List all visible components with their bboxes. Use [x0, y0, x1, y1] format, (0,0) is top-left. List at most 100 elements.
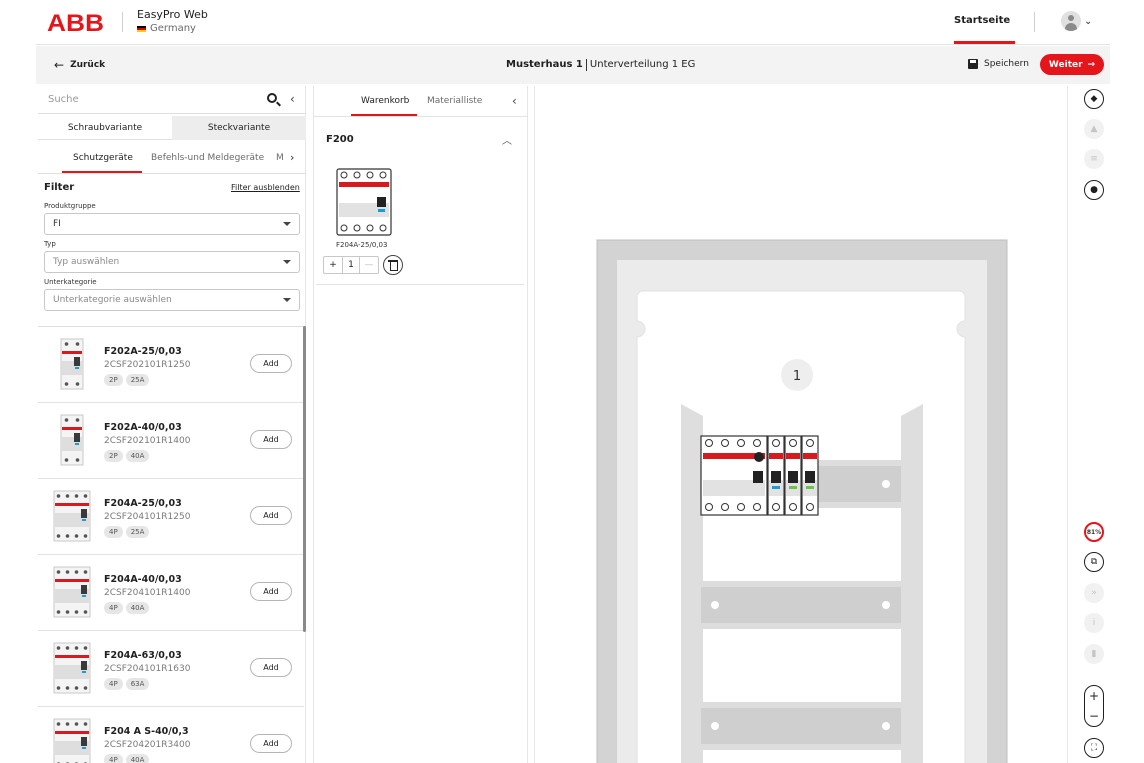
device-toggle: [805, 471, 815, 483]
quantity-value[interactable]: 1: [342, 257, 360, 273]
germany-flag-icon: [137, 25, 146, 32]
cart-item-name: F204A-25/0,03: [336, 241, 388, 249]
thumb-indicator: [82, 595, 86, 597]
quantity-stepper[interactable]: + 1 —: [323, 256, 379, 274]
thumb-terminal: [56, 722, 61, 726]
right-toolbar: ◆ ▲ ≡ ● 81% ⧉ » i ▮ + − ⛶: [1072, 86, 1116, 763]
thumb-terminal: [83, 646, 88, 650]
rail-screw: [711, 722, 719, 730]
add-button[interactable]: Add: [250, 582, 292, 601]
tab-schraubvariante[interactable]: Schraubvariante: [38, 116, 172, 140]
category-tabs: Schutzgeräte Befehls-und Meldegeräte M ›: [38, 144, 306, 174]
tag-poles: 2P: [104, 374, 123, 386]
forward-icon[interactable]: »: [1084, 583, 1104, 603]
tab-schutzgeraete[interactable]: Schutzgeräte: [73, 153, 133, 163]
device-toggle: [771, 471, 781, 483]
zoom-in-button[interactable]: +: [1089, 690, 1099, 702]
decrement-button[interactable]: —: [360, 257, 378, 273]
save-label: Speichern: [984, 59, 1029, 69]
product-card[interactable]: F202A-40/0,03 2CSF202101R1400 2P 40A Add: [38, 403, 304, 479]
search-icon[interactable]: [267, 93, 277, 103]
row-number-text: 1: [793, 369, 801, 384]
product-list[interactable]: F202A-25/0,03 2CSF202101R1250 2P 25A Add…: [38, 326, 306, 763]
fit-to-screen-icon[interactable]: ⛶: [1084, 738, 1104, 758]
typ-select[interactable]: Typ auswählen: [44, 251, 300, 273]
product-list-scrollbar[interactable]: [303, 326, 306, 632]
thumb-red-band: [55, 579, 89, 582]
warning-icon[interactable]: ▲: [1084, 119, 1104, 139]
placed-mcb-3[interactable]: [801, 435, 819, 516]
tag-poles: 4P: [104, 678, 123, 690]
layers-icon[interactable]: ⧉: [1084, 552, 1104, 572]
device-indicator: [378, 209, 385, 212]
tab-befehls-und-meldegeraete[interactable]: Befehls-und Meldegeräte: [151, 153, 264, 163]
tag-icon[interactable]: ◆: [1084, 89, 1104, 109]
product-card[interactable]: F204A-63/0,03 2CSF204101R1630 4P 63A Add: [38, 631, 304, 707]
search-bar[interactable]: Suche ‹: [38, 86, 306, 114]
placed-rccb-4p[interactable]: [700, 435, 768, 516]
component-icon[interactable]: ●: [1084, 180, 1104, 200]
device-indicator: [789, 486, 797, 489]
nav-divider: [1034, 12, 1035, 32]
tag-current: 25A: [125, 526, 150, 538]
add-button[interactable]: Add: [250, 658, 292, 677]
produktgruppe-select[interactable]: FI: [44, 213, 300, 235]
save-icon: [968, 59, 978, 69]
thumb-terminal: [56, 494, 61, 498]
delete-icon[interactable]: [383, 255, 403, 275]
zoom-out-button[interactable]: −: [1089, 710, 1099, 722]
produktgruppe-value: FI: [53, 219, 61, 229]
breadcrumb-project: Musterhaus 1: [506, 59, 583, 70]
caret-down-icon: [283, 222, 291, 226]
thumb-terminal: [65, 610, 70, 614]
filter-label-unterkategorie: Unterkategorie: [44, 278, 97, 286]
info-icon[interactable]: i: [1084, 613, 1104, 633]
enclosure-drawing[interactable]: 1: [535, 86, 1068, 763]
increment-button[interactable]: +: [324, 257, 342, 273]
distribution-canvas[interactable]: 1: [534, 86, 1068, 763]
user-avatar-icon: [1061, 11, 1081, 31]
next-button[interactable]: Weiter →: [1040, 54, 1104, 75]
tab-more[interactable]: M: [276, 153, 284, 163]
search-input[interactable]: Suche: [48, 94, 79, 105]
tab-materialliste[interactable]: Materialliste: [427, 96, 482, 106]
product-tags: 4P 40A: [104, 754, 150, 763]
product-card[interactable]: F204A-25/0,03 2CSF204101R1250 4P 25A Add: [38, 479, 304, 555]
tag-poles: 4P: [104, 754, 123, 763]
trash-icon[interactable]: ▮: [1084, 644, 1104, 664]
thumb-terminal: [74, 534, 79, 538]
chevron-right-icon[interactable]: ›: [290, 151, 294, 164]
product-card[interactable]: F202A-25/0,03 2CSF202101R1250 2P 25A Add: [38, 327, 304, 403]
product-card[interactable]: F204A-40/0,03 2CSF204101R1400 4P 40A Add: [38, 555, 304, 631]
thumb-indicator: [82, 671, 86, 673]
device-indicator: [806, 486, 814, 489]
add-button[interactable]: Add: [250, 354, 292, 373]
placed-mcb-1[interactable]: [767, 435, 785, 516]
country-selector[interactable]: Germany: [137, 23, 196, 34]
unterkategorie-select[interactable]: Unterkategorie auswählen: [44, 289, 300, 311]
chevron-up-icon[interactable]: ︿: [502, 132, 512, 147]
product-name: F202A-40/0,03: [104, 422, 182, 433]
add-button[interactable]: Add: [250, 734, 292, 753]
product-code: 2CSF204101R1250: [104, 512, 191, 522]
back-button[interactable]: ← Zurück: [54, 58, 105, 72]
cart-item-image[interactable]: [336, 168, 392, 236]
filter-hide-link[interactable]: Filter ausblenden: [231, 183, 300, 192]
list-icon[interactable]: ≡: [1084, 149, 1104, 169]
thumb-toggle: [74, 433, 80, 442]
product-card[interactable]: F204 A S-40/0,3 2CSF204201R3400 4P 40A A…: [38, 707, 304, 763]
abb-logo[interactable]: ABB: [47, 10, 105, 34]
save-button[interactable]: Speichern: [968, 59, 1029, 69]
tab-warenkorb[interactable]: Warenkorb: [361, 96, 409, 106]
add-button[interactable]: Add: [250, 506, 292, 525]
thumb-terminal: [83, 722, 88, 726]
collapse-panel-icon[interactable]: ‹: [512, 94, 517, 108]
tab-steckvariante[interactable]: Steckvariante: [172, 116, 306, 140]
device-toggle: [788, 471, 798, 483]
nav-home-link[interactable]: Startseite: [954, 15, 1010, 26]
placed-mcb-2[interactable]: [784, 435, 802, 516]
collapse-panel-icon[interactable]: ‹: [290, 92, 295, 106]
add-button[interactable]: Add: [250, 430, 292, 449]
user-menu[interactable]: ⌄: [1061, 11, 1092, 31]
thumb-terminal: [64, 458, 69, 462]
